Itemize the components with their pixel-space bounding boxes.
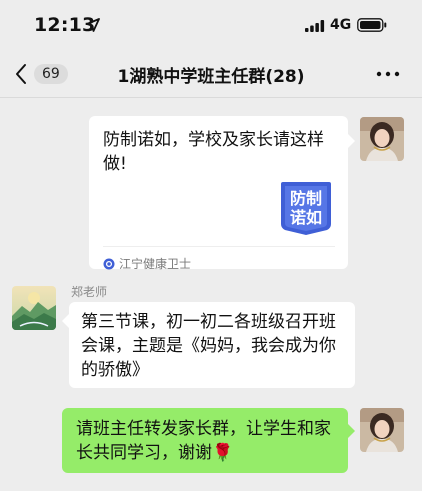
network-type: 4G [330, 17, 352, 33]
bubble-tail [348, 424, 355, 438]
signal-icon [305, 20, 325, 32]
text-message-received[interactable]: 第三节课，初一初二各班级召开班会课，主题是《妈妈，我会成为你的骄傲》 [69, 302, 355, 388]
chat-header: 69 1湖熟中学班主任群(28) [0, 50, 422, 98]
link-card-message[interactable]: 防制诺如，学校及家长请这样做! 防制 诺如 江宁健康卫士 [89, 116, 348, 271]
card-thumbnail: 防制 诺如 [277, 178, 335, 236]
battery-icon [357, 18, 387, 32]
text-message-sent[interactable]: 请班主任转发家长群，让学生和家长共同学习，谢谢🌹 [62, 408, 348, 473]
sender-avatar[interactable] [12, 286, 56, 330]
location-arrow-icon [86, 18, 100, 32]
card-divider [103, 246, 335, 247]
card-title: 防制诺如，学校及家长请这样做! [103, 130, 324, 174]
message-body: 请班主任转发家长群，让学生和家长共同学习，谢谢 [76, 419, 331, 463]
message-text: 请班主任转发家长群，让学生和家长共同学习，谢谢🌹 [76, 417, 338, 465]
card-thumb-line1: 防制 [290, 189, 322, 208]
card-source: 江宁健康卫士 [103, 252, 191, 276]
more-button[interactable] [370, 60, 406, 88]
status-bar: 12:13 4G [0, 0, 422, 50]
self-avatar[interactable] [360, 117, 404, 161]
bubble-tail [62, 314, 69, 328]
card-thumb-line2: 诺如 [290, 208, 322, 227]
rose-emoji-icon: 🌹 [212, 443, 234, 463]
self-avatar[interactable] [360, 408, 404, 452]
more-dots-icon [376, 71, 400, 77]
sender-name: 郑老师 [71, 285, 108, 299]
official-account-icon [103, 258, 115, 270]
chat-title: 1湖熟中学班主任群(28) [117, 67, 305, 87]
card-source-name: 江宁健康卫士 [119, 257, 192, 271]
message-text: 第三节课，初一初二各班级召开班会课，主题是《妈妈，我会成为你的骄傲》 [81, 312, 336, 380]
bubble-tail [348, 134, 355, 148]
